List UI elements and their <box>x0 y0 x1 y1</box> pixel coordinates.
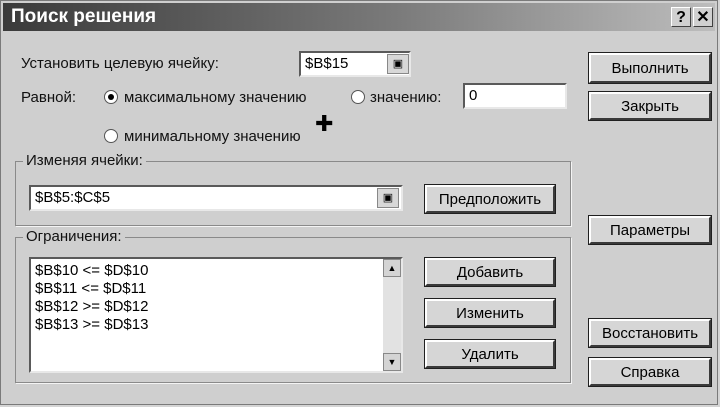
close-icon[interactable]: ✕ <box>693 7 713 27</box>
solver-dialog: Поиск решения ? ✕ Установить целевую яче… <box>0 0 718 405</box>
title-bar[interactable]: Поиск решения ? ✕ <box>3 3 715 31</box>
list-item[interactable]: $B$11 <= $D$11 <box>35 280 146 297</box>
list-item[interactable]: $B$13 >= $D$13 <box>35 316 148 333</box>
help-button[interactable]: Справка <box>588 357 712 387</box>
radio-min-label[interactable]: минимальному значению <box>124 128 301 145</box>
collapse-dialog-icon[interactable]: ▣ <box>377 188 399 208</box>
value-input[interactable]: 0 <box>463 83 567 109</box>
radio-value-label[interactable]: значению: <box>370 89 441 106</box>
changing-cells-label: Изменяя ячейки: <box>23 152 146 169</box>
reset-button[interactable]: Восстановить <box>588 318 712 348</box>
list-item[interactable]: $B$12 >= $D$12 <box>35 298 148 315</box>
collapse-dialog-icon[interactable]: ▣ <box>387 54 409 74</box>
changing-cells-value: $B$5:$C$5 <box>35 189 111 206</box>
target-cell-label: Установить целевую ячейку: <box>21 55 219 72</box>
target-cell-value: $B$15 <box>305 55 349 72</box>
help-icon[interactable]: ? <box>671 7 691 27</box>
scroll-up-icon[interactable]: ▲ <box>383 259 401 277</box>
scroll-down-icon[interactable]: ▼ <box>383 353 401 371</box>
add-button[interactable]: Добавить <box>424 257 556 287</box>
options-button[interactable]: Параметры <box>588 215 712 245</box>
radio-value[interactable] <box>351 90 365 104</box>
delete-button[interactable]: Удалить <box>424 339 556 369</box>
solve-button[interactable]: Выполнить <box>588 52 712 84</box>
radio-max[interactable] <box>104 90 118 104</box>
constraints-list[interactable]: $B$10 <= $D$10 $B$11 <= $D$11 $B$12 >= $… <box>29 257 403 373</box>
constraints-label: Ограничения: <box>23 228 125 245</box>
changing-cells-input[interactable]: $B$5:$C$5 <box>29 185 403 211</box>
change-button[interactable]: Изменить <box>424 298 556 328</box>
radio-min[interactable] <box>104 129 118 143</box>
radio-max-label[interactable]: максимальному значению <box>124 89 307 106</box>
move-cursor-icon: ✚ <box>315 111 334 136</box>
list-item[interactable]: $B$10 <= $D$10 <box>35 262 148 279</box>
guess-button[interactable]: Предположить <box>424 184 556 214</box>
close-button[interactable]: Закрыть <box>588 91 712 121</box>
equal-label: Равной: <box>21 89 76 106</box>
window-title: Поиск решения <box>11 6 157 27</box>
value-input-text: 0 <box>469 87 478 104</box>
constraints-scrollbar[interactable]: ▲ ▼ <box>383 259 401 371</box>
